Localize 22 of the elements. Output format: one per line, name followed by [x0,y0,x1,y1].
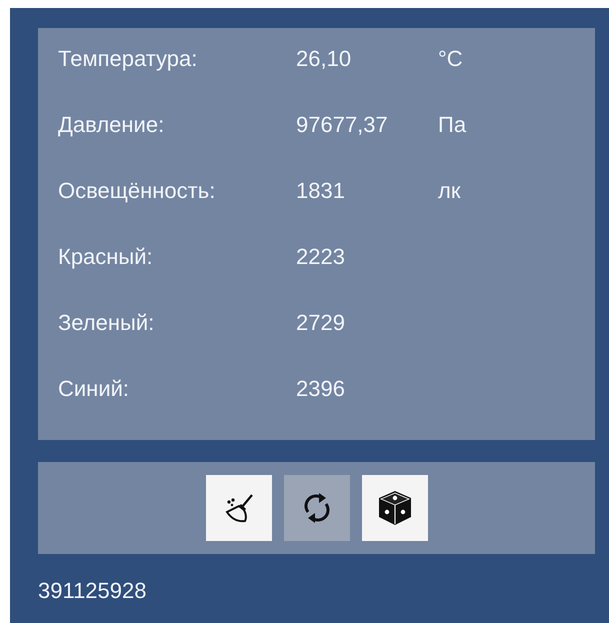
dice-icon [378,490,412,526]
reading-label: Синий: [58,376,130,402]
reading-label: Температура: [58,46,198,72]
reading-label: Красный: [58,244,154,270]
reading-label: Освещённость: [58,178,216,204]
reading-unit: °C [438,46,464,72]
reading-unit: лк [438,178,462,204]
reading-value: 2729 [296,310,346,336]
clear-button[interactable] [206,475,272,541]
reading-unit: Па [438,112,468,138]
refresh-icon [302,492,332,524]
reading-value: 26,10 [296,46,352,72]
reading-label: Зеленый: [58,310,156,336]
broom-icon [222,492,254,524]
reading-label: Давление: [58,112,166,138]
reading-value: 2396 [296,376,346,402]
refresh-button[interactable] [284,475,350,541]
reading-value: 1831 [296,178,346,204]
device-id: 391125928 [38,578,146,604]
random-button[interactable] [362,475,428,541]
reading-value: 2223 [296,244,346,270]
reading-value: 97677,37 [296,112,389,138]
